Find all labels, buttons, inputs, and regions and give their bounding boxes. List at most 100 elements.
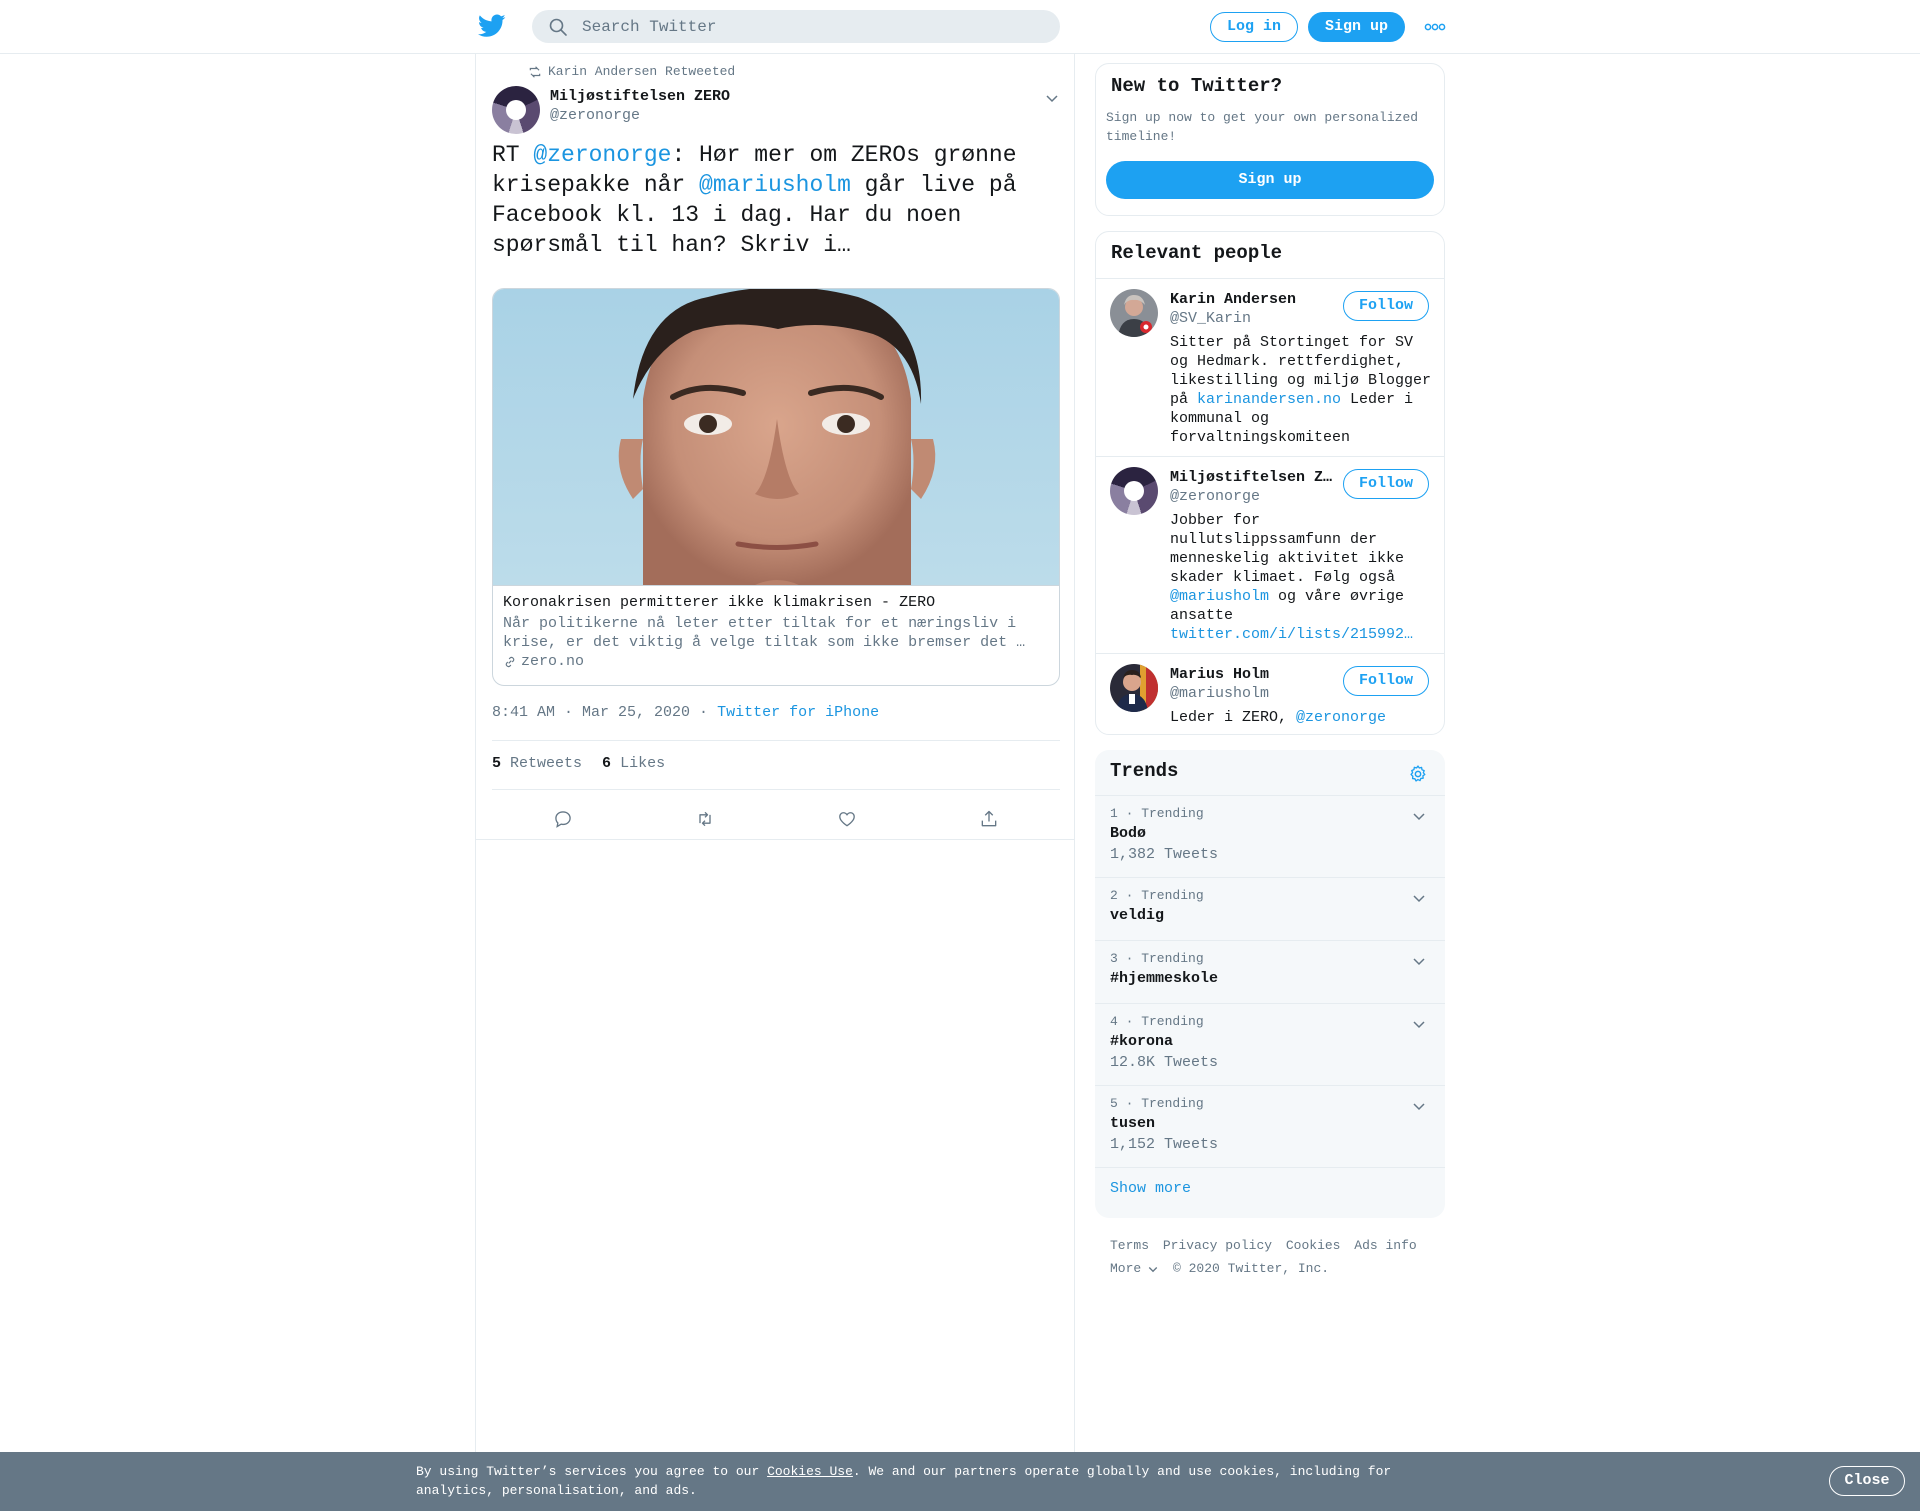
trend-name[interactable]: #korona — [1110, 1033, 1173, 1050]
divider — [492, 740, 1060, 741]
person-handle[interactable]: @SV_Karin — [1170, 310, 1251, 327]
signup-button[interactable]: Sign up — [1308, 12, 1405, 42]
bio-link[interactable]: twitter.com/i/lists/215992… — [1170, 626, 1413, 643]
twitter-bird-icon[interactable] — [478, 14, 506, 38]
trend-count: 1,382 Tweets — [1110, 846, 1219, 863]
like-button[interactable] — [776, 794, 918, 844]
person-card[interactable]: Miljøstiftelsen ZERO @zeronorge Follow J… — [1096, 457, 1444, 654]
gear-icon[interactable] — [1408, 764, 1428, 784]
tweet-author-avatar[interactable] — [492, 86, 540, 134]
person-bio: Jobber for nullutslippssamfunn der menne… — [1170, 511, 1432, 644]
bio-text: Jobber for nullutslippssamfunn der menne… — [1170, 512, 1405, 586]
follow-button[interactable]: Follow — [1343, 666, 1429, 696]
bio-link[interactable]: @zeronorge — [1296, 709, 1386, 726]
divider — [476, 839, 1074, 840]
person-bio: Leder i ZERO, @zeronorge — [1170, 708, 1432, 727]
card-domain: zero.no — [503, 653, 584, 670]
person-card[interactable]: Karin Andersen @SV_Karin Follow Sitter p… — [1096, 279, 1444, 457]
trend-count: 1,152 Tweets — [1110, 1136, 1219, 1153]
tweet-timestamp[interactable]: 8:41 AM · Mar 25, 2020 — [492, 704, 690, 721]
module-title: Relevant people — [1111, 242, 1283, 264]
retweets-label: Retweets — [510, 755, 583, 772]
reply-icon — [555, 811, 571, 828]
chevron-down-icon[interactable] — [1411, 953, 1427, 969]
module-subtitle: Sign up now to get your own personalized… — [1106, 110, 1419, 144]
retweet-context-label: Karin Andersen Retweeted — [548, 64, 736, 79]
login-button[interactable]: Log in — [1210, 12, 1298, 42]
chevron-down-icon[interactable] — [1044, 90, 1060, 106]
follow-button[interactable]: Follow — [1343, 469, 1429, 499]
trend-meta: 1 · Trending — [1110, 806, 1204, 821]
sidebar-signup-button[interactable]: Sign up — [1106, 161, 1434, 199]
avatar[interactable] — [1110, 467, 1158, 515]
trend-meta: 5 · Trending — [1110, 1096, 1204, 1111]
chevron-down-icon[interactable] — [1411, 1098, 1427, 1114]
card-title: Koronakrisen permitterer ikke klimakrise… — [503, 594, 936, 611]
chevron-down-icon — [1148, 1266, 1158, 1272]
chevron-down-icon[interactable] — [1411, 890, 1427, 906]
avatar[interactable] — [1110, 664, 1158, 712]
sidebar-footer: Terms Privacy policy Cookies Ads info Mo… — [1110, 1234, 1440, 1280]
card-image — [493, 289, 1059, 586]
footer-terms-link[interactable]: Terms — [1110, 1238, 1149, 1253]
trends-module: Trends 1 · Trending Bodø 1,382 Tweets 2 … — [1095, 750, 1445, 1218]
footer-privacy-link[interactable]: Privacy policy — [1163, 1238, 1272, 1253]
footer-ads-link[interactable]: Ads info — [1354, 1238, 1416, 1253]
footer-cookies-link[interactable]: Cookies — [1286, 1238, 1341, 1253]
likes-stat[interactable]: 6 Likes — [602, 755, 665, 772]
retweet-context[interactable]: Karin Andersen Retweeted — [528, 64, 735, 79]
tweet-source-link[interactable]: Twitter for iPhone — [717, 704, 879, 721]
trend-name[interactable]: Bodø — [1110, 825, 1146, 842]
tweet-metadata: 8:41 AM · Mar 25, 2020 · Twitter for iPh… — [492, 704, 879, 721]
bio-link[interactable]: @mariusholm — [1170, 588, 1269, 605]
more-options-icon[interactable] — [1424, 20, 1446, 34]
trend-name[interactable]: veldig — [1110, 907, 1164, 924]
tweet-text-part: RT — [492, 142, 534, 168]
trend-name[interactable]: #hjemmeskole — [1110, 970, 1218, 987]
search-input[interactable] — [582, 10, 1042, 43]
retweets-stat[interactable]: 5 Retweets — [492, 755, 582, 772]
tweet-author-name[interactable]: Miljøstiftelsen ZERO — [550, 88, 730, 105]
person-name[interactable]: Miljøstiftelsen ZERO — [1170, 469, 1340, 486]
new-to-twitter-module: New to Twitter? Sign up now to get your … — [1095, 63, 1445, 216]
avatar[interactable] — [1110, 289, 1158, 337]
trend-item[interactable]: 2 · Trending veldig — [1095, 878, 1445, 941]
retweets-count: 5 — [492, 755, 502, 772]
person-name[interactable]: Karin Andersen — [1170, 291, 1340, 308]
retweet-icon — [529, 65, 541, 78]
cookies-use-link[interactable]: Cookies Use — [767, 1464, 853, 1479]
person-handle[interactable]: @mariusholm — [1170, 685, 1269, 702]
divider — [492, 789, 1060, 790]
share-button[interactable] — [918, 794, 1060, 844]
link-preview-card[interactable]: Koronakrisen permitterer ikke klimakrise… — [492, 288, 1060, 686]
person-name[interactable]: Marius Holm — [1170, 666, 1340, 683]
chevron-down-icon[interactable] — [1411, 808, 1427, 824]
search-box — [532, 10, 1060, 43]
trend-name[interactable]: tusen — [1110, 1115, 1155, 1132]
trend-item[interactable]: 4 · Trending #korona 12.8K Tweets — [1095, 1004, 1445, 1086]
cookie-text: By using Twitter’s services you agree to… — [416, 1464, 768, 1479]
module-title: Trends — [1110, 760, 1179, 782]
retweet-button[interactable] — [634, 794, 776, 844]
footer-more-menu[interactable]: More — [1110, 1261, 1159, 1276]
chevron-down-icon[interactable] — [1411, 1016, 1427, 1032]
trend-item[interactable]: 1 · Trending Bodø 1,382 Tweets — [1095, 796, 1445, 878]
reply-button[interactable] — [492, 794, 634, 844]
meta-separator: · — [690, 704, 718, 721]
tweet-author-handle[interactable]: @zeronorge — [550, 107, 640, 124]
mention-link[interactable]: @zeronorge — [533, 142, 671, 168]
top-navigation-bar: Log in Sign up — [0, 0, 1920, 54]
person-handle[interactable]: @zeronorge — [1170, 488, 1260, 505]
trend-item[interactable]: 5 · Trending tusen 1,152 Tweets — [1095, 1086, 1445, 1168]
show-more-trends-link[interactable]: Show more — [1110, 1180, 1191, 1197]
person-card[interactable]: Marius Holm @mariusholm Follow Leder i Z… — [1096, 654, 1444, 734]
cookie-notice-text: By using Twitter’s services you agree to… — [416, 1462, 1416, 1500]
bio-link[interactable]: karinandersen.no — [1197, 391, 1341, 408]
trend-item[interactable]: 3 · Trending #hjemmeskole — [1095, 941, 1445, 1004]
trend-meta: 3 · Trending — [1110, 951, 1204, 966]
mention-link[interactable]: @mariusholm — [699, 172, 851, 198]
cookie-close-button[interactable]: Close — [1829, 1466, 1905, 1496]
trend-meta: 4 · Trending — [1110, 1014, 1204, 1029]
card-description: Når politikerne nå leter etter tiltak fo… — [503, 615, 1026, 651]
follow-button[interactable]: Follow — [1343, 291, 1429, 321]
